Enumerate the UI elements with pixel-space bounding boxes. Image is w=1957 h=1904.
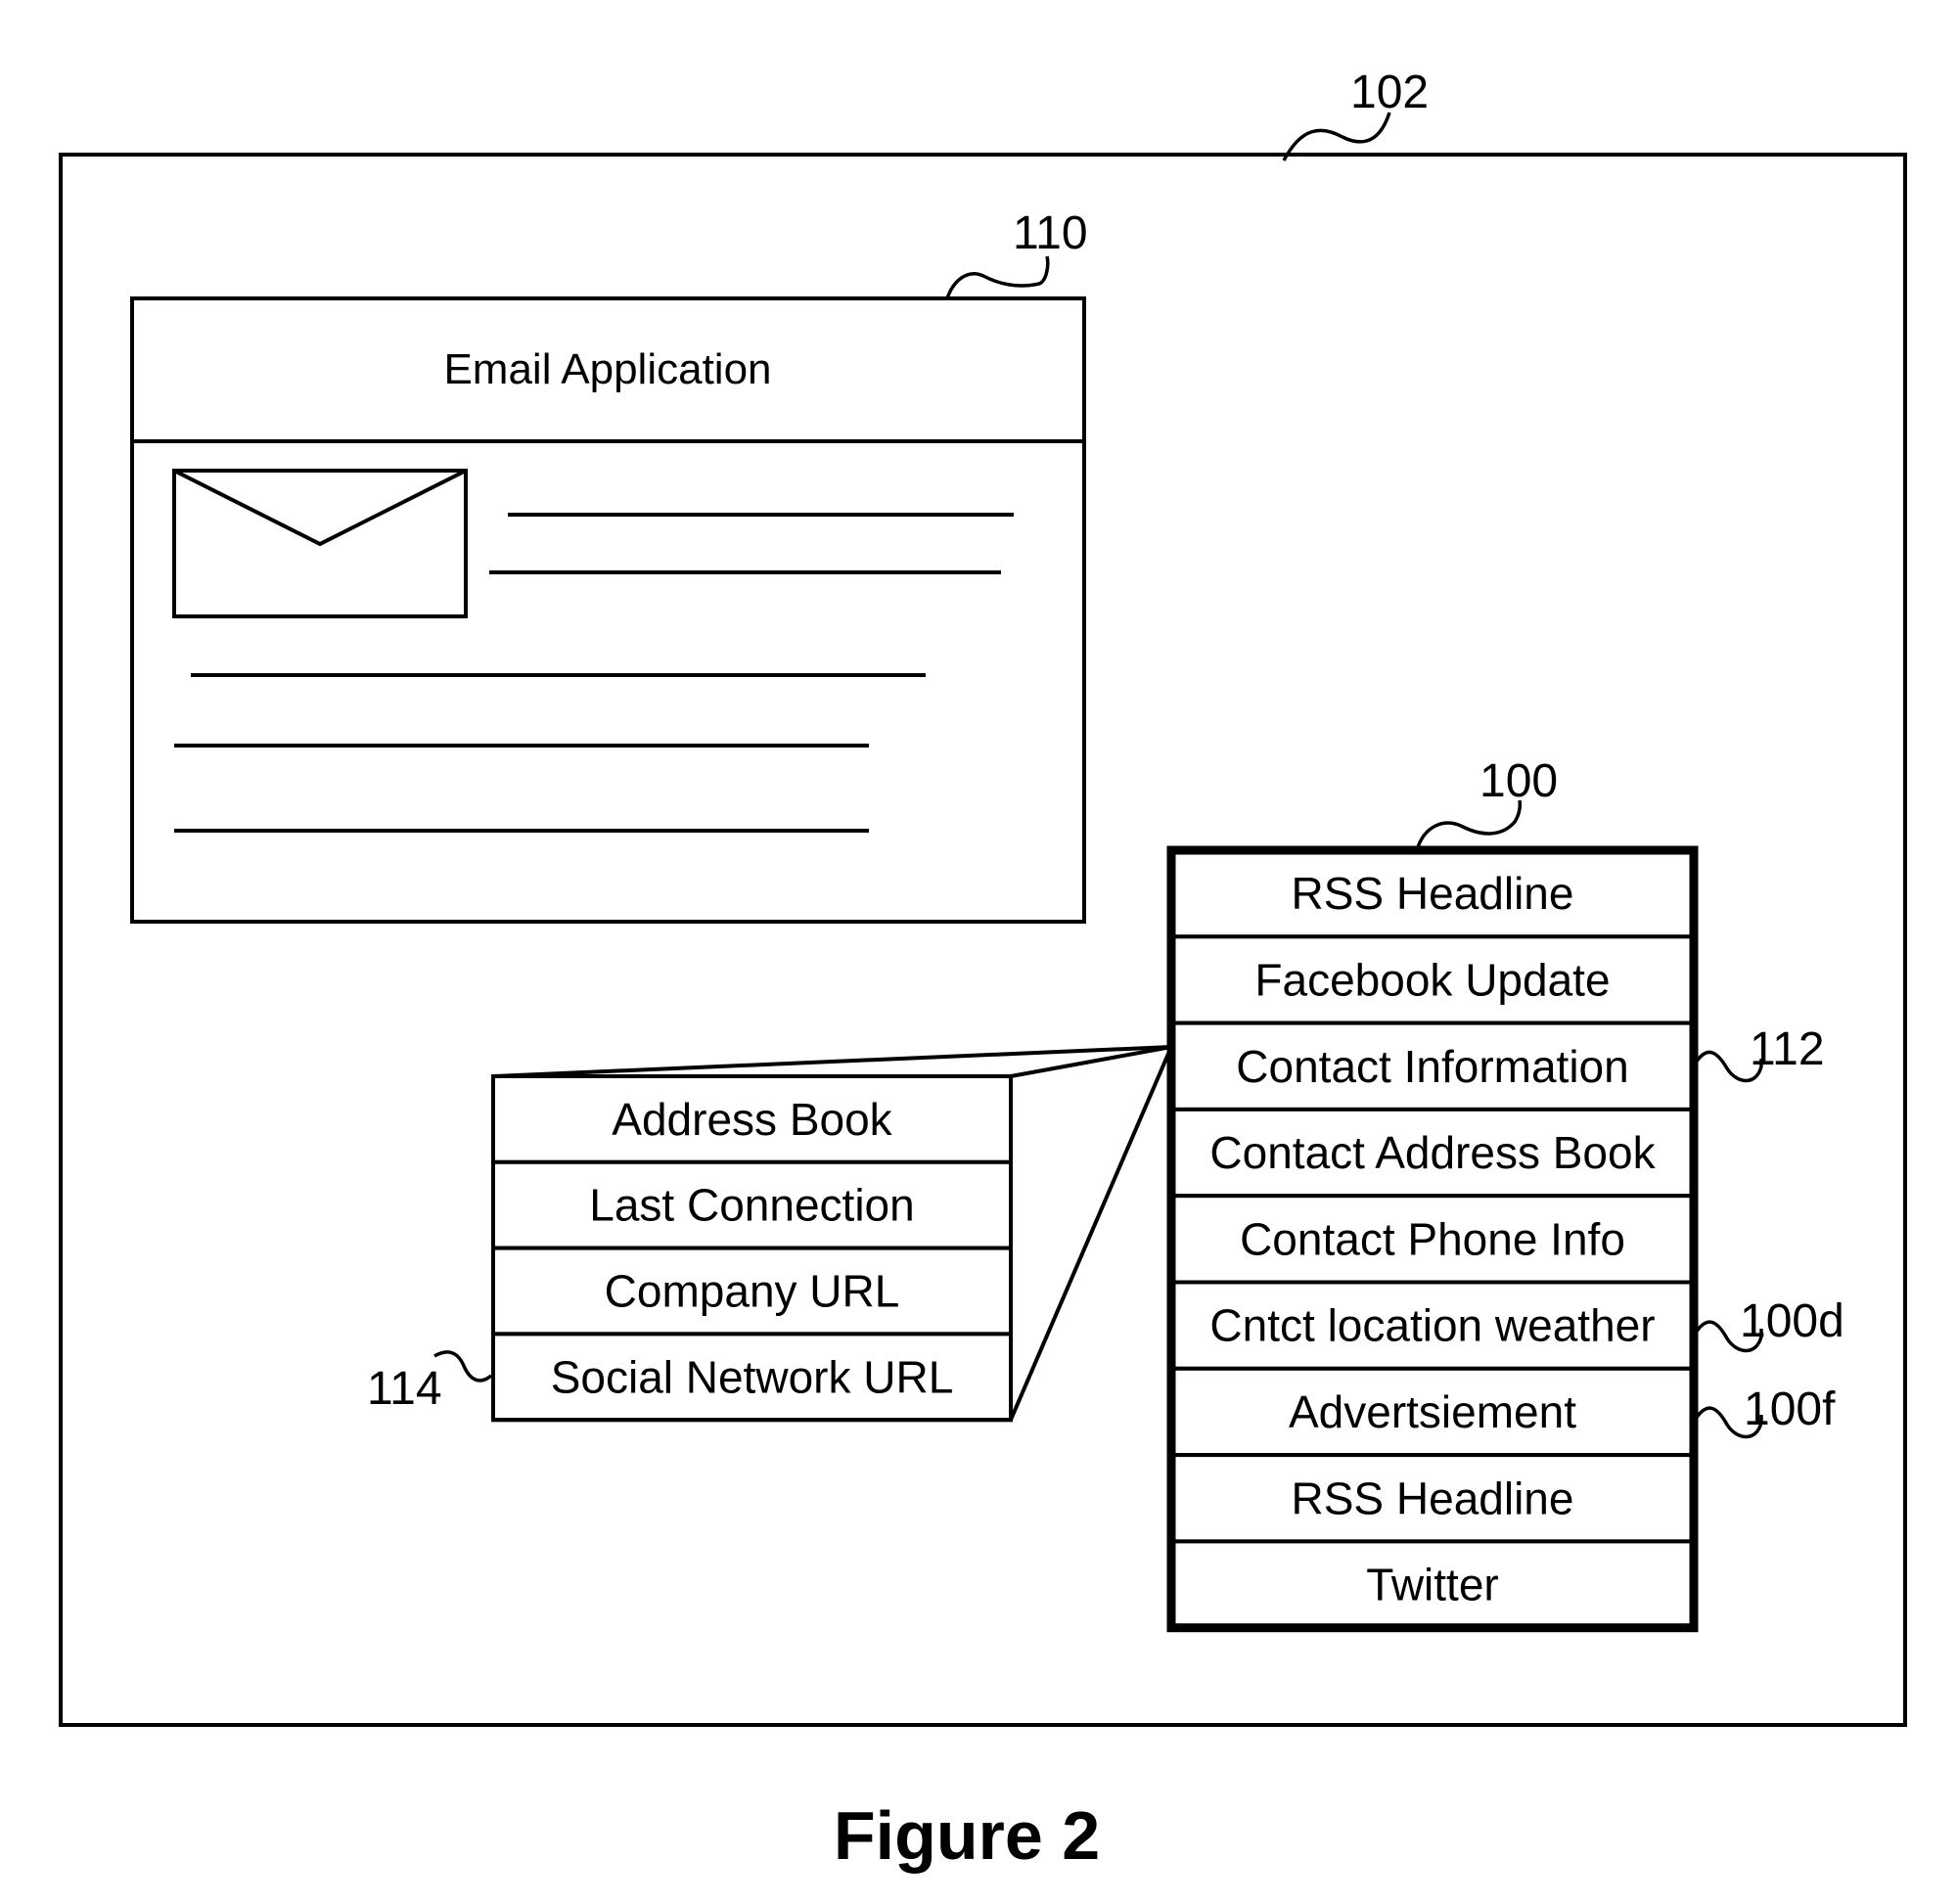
widget-panel-row-label: Cntct location weather — [1209, 1300, 1655, 1351]
widget-panel: RSS Headline Facebook Update Contact Infor… — [1166, 845, 1699, 1633]
widget-panel-row[interactable]: Facebook Update — [1169, 934, 1696, 1025]
email-app-title: Email Application — [443, 345, 771, 393]
label-100d: 100d — [1740, 1295, 1844, 1347]
leader-110 — [945, 255, 1050, 299]
widget-panel-row[interactable]: RSS Headline — [1169, 848, 1696, 939]
leader-114 — [433, 1350, 493, 1383]
widget-panel-row[interactable]: Contact Information — [1169, 1020, 1696, 1111]
figure-caption: Figure 2 — [834, 1797, 1100, 1874]
expanded-panel-row-label: Company URL — [605, 1266, 900, 1317]
widget-panel-row-label: Contact Information — [1236, 1041, 1628, 1092]
widget-panel-row-label: Twitter — [1366, 1560, 1498, 1610]
diagram-canvas: 102 Email Application 110 RSS Headline Fa… — [59, 67, 1907, 1874]
expanded-panel: Address Book Last Connection Company URL So… — [491, 1074, 1013, 1423]
connector-line-top — [492, 1045, 1172, 1078]
label-102: 102 — [1350, 67, 1429, 118]
widget-panel-row[interactable]: Contact Phone Info — [1169, 1194, 1696, 1285]
expanded-panel-row-label: Address Book — [612, 1094, 892, 1145]
widget-panel-row-label: RSS Headline — [1292, 868, 1574, 919]
leader-100 — [1415, 799, 1523, 851]
expanded-panel-row[interactable]: Last Connection — [491, 1159, 1013, 1250]
widget-panel-row[interactable]: Advertsiement — [1169, 1366, 1696, 1458]
envelope-icon — [172, 469, 468, 618]
widget-panel-row-label: Contact Address Book — [1209, 1127, 1656, 1178]
label-114: 114 — [367, 1363, 442, 1415]
widget-panel-row[interactable]: Contact Address Book — [1169, 1107, 1696, 1199]
label-100f: 100f — [1744, 1383, 1836, 1435]
widget-panel-row-label: RSS Headline — [1292, 1473, 1574, 1523]
expanded-panel-row-label: Last Connection — [589, 1180, 914, 1231]
expanded-panel-row[interactable]: Social Network URL — [491, 1332, 1013, 1423]
expanded-panel-row[interactable]: Address Book — [491, 1074, 1013, 1164]
widget-panel-row-label: Contact Phone Info — [1240, 1213, 1625, 1264]
widget-panel-row[interactable]: Twitter — [1169, 1539, 1696, 1630]
widget-panel-row[interactable]: Cntct location weather — [1169, 1280, 1696, 1371]
label-112: 112 — [1750, 1023, 1825, 1075]
label-100: 100 — [1479, 755, 1558, 807]
email-application-window: Email Application — [130, 296, 1086, 924]
widget-panel-row[interactable]: RSS Headline — [1169, 1453, 1696, 1544]
expanded-panel-row-label: Social Network URL — [551, 1351, 954, 1402]
label-110: 110 — [1013, 207, 1088, 259]
widget-panel-row-label: Advertsiement — [1289, 1386, 1576, 1437]
connector-line-bottom — [1009, 1046, 1173, 1421]
expanded-panel-row[interactable]: Company URL — [491, 1246, 1013, 1337]
widget-panel-row-label: Facebook Update — [1254, 954, 1610, 1005]
